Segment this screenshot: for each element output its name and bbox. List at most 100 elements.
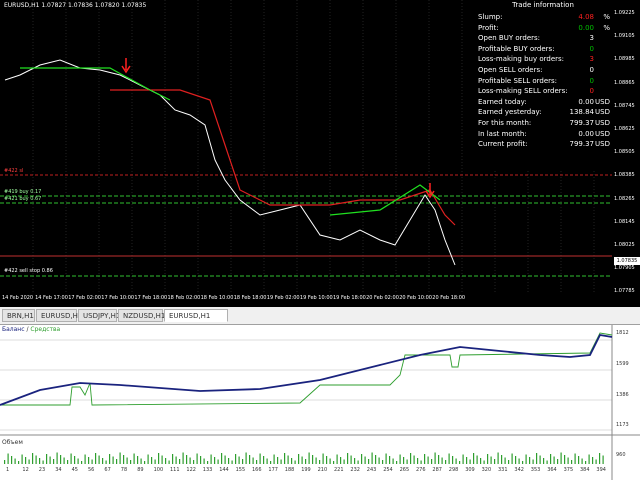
volume-bar: [28, 459, 30, 464]
volume-bar: [203, 458, 205, 464]
trade-info-unit: %: [603, 13, 610, 21]
trade-info-row: Loss-making SELL orders: 0: [478, 86, 610, 96]
report-x-tick: 243: [366, 467, 377, 473]
volume-bar: [214, 457, 216, 464]
report-y-tick: 1599: [616, 361, 629, 367]
trade-info-value: 0: [589, 76, 594, 85]
chart-tab[interactable]: BRN,H1: [2, 309, 35, 322]
volume-bar: [588, 454, 590, 464]
volume-bar: [424, 454, 426, 464]
volume-bar: [375, 455, 377, 464]
volume-bar: [357, 460, 359, 464]
symbol-header: EURUSD,H1 1.07827 1.07836 1.07820 1.0783…: [4, 2, 147, 9]
volume-bar: [333, 461, 335, 464]
chart-tab[interactable]: EURUSD,H1 (visual): [164, 309, 228, 333]
time-axis-tick: 18 Feb 18:00: [233, 295, 267, 301]
volume-bar: [168, 460, 170, 464]
price-axis-tick: 1.09225: [614, 10, 635, 16]
trade-info-row: Slump: 4.08%: [478, 12, 610, 22]
volume-bar: [249, 455, 251, 464]
volume-bar: [322, 453, 324, 464]
report-x-tick: 100: [153, 467, 164, 473]
price-axis-tick: 1.07785: [614, 288, 635, 295]
volume-bar: [382, 460, 384, 464]
volume-bar: [280, 459, 282, 464]
volume-bar: [550, 454, 552, 464]
price-axis-tick: 1.08385: [614, 172, 635, 179]
trade-info-value: 799.37: [569, 140, 595, 149]
report-x-tick: 177: [268, 467, 278, 473]
volume-bar: [347, 453, 349, 464]
time-axis-tick: 20 Feb 18:00: [432, 295, 466, 301]
report-x-tick: 331: [498, 467, 508, 473]
report-x-tick: 12: [22, 467, 29, 473]
volume-bar: [49, 456, 51, 464]
volume-bar: [39, 458, 41, 464]
volume-bar: [189, 457, 191, 464]
price-axis-tick: 1.08505: [614, 149, 635, 156]
time-axis-tick: 18 Feb 10:00: [200, 295, 234, 301]
trade-info-value: 138.84: [569, 108, 595, 117]
trade-info-row: Loss-making buy orders: 3: [478, 54, 610, 64]
volume-bar: [165, 458, 167, 464]
volume-bar: [445, 460, 447, 464]
trend-line-green: [20, 67, 441, 216]
volume-bar: [602, 455, 604, 464]
volume-bar: [368, 459, 370, 464]
volume-bar: [74, 456, 76, 464]
report-x-tick: 342: [514, 467, 524, 473]
volume-bar: [221, 453, 223, 464]
volume-bar: [182, 452, 184, 464]
report-x-tick: 78: [120, 467, 128, 473]
report-y-tick: 1386: [616, 392, 629, 398]
price-axis-tick: 1.08745: [614, 102, 635, 109]
volume-bar: [336, 454, 338, 464]
report-y-tick: 1173: [616, 422, 629, 428]
volume-bar: [291, 458, 293, 464]
volume-bar: [385, 453, 387, 464]
report-x-tick: 166: [252, 467, 262, 473]
volume-bar: [469, 459, 471, 464]
volume-bar: [567, 457, 569, 464]
chart-tab[interactable]: USDJPY,H1: [78, 309, 120, 322]
volume-bar: [560, 452, 562, 464]
chart-tab[interactable]: NZDUSD,H1: [118, 309, 165, 322]
order-line-label: #421 buy 0.67: [4, 196, 42, 202]
volume-bar: [133, 453, 135, 464]
report-x-tick: 309: [465, 467, 475, 473]
price-chart[interactable]: EURUSD,H1 1.07827 1.07836 1.07820 1.0783…: [0, 0, 640, 307]
report-x-tick: 364: [547, 467, 557, 473]
trade-info-label: Earned today:: [478, 97, 527, 106]
report-x-tick: 320: [481, 467, 492, 473]
trade-info-unit: USD: [595, 119, 610, 127]
volume-bar: [18, 461, 20, 464]
volume-bar: [308, 452, 310, 464]
volume-bar: [7, 453, 9, 464]
volume-bar: [399, 454, 401, 464]
volume-bar: [56, 452, 58, 464]
price-axis-tick: 1.08625: [614, 126, 635, 132]
report-canvas: [0, 325, 640, 480]
report-x-tick: 394: [596, 467, 606, 473]
trade-info-value: 0: [589, 66, 594, 74]
report-x-tick: 384: [580, 467, 590, 473]
volume-bar: [14, 458, 16, 464]
volume-bar: [242, 459, 244, 464]
legend-equity: Средства: [30, 326, 61, 333]
chart-tab[interactable]: EURUSD,H1: [36, 309, 82, 322]
trade-information-panel: Trade information Slump: 4.08% Profit: 0.00…: [476, 0, 610, 170]
volume-bar: [228, 458, 230, 464]
volume-bar: [154, 459, 156, 464]
volume-bar: [21, 454, 23, 464]
volume-bar: [452, 456, 454, 464]
volume-bar: [301, 456, 303, 464]
volume-bar: [126, 457, 128, 464]
volume-bar: [312, 455, 314, 464]
trade-info-label: Earned yesterday:: [478, 108, 542, 117]
volume-bar: [63, 457, 65, 464]
volume-bar: [140, 458, 142, 464]
price-path: [4, 59, 456, 266]
volume-label: Объем: [2, 439, 23, 446]
order-line-label: #422 sl: [4, 168, 24, 174]
trade-info-unit: USD: [595, 97, 610, 106]
